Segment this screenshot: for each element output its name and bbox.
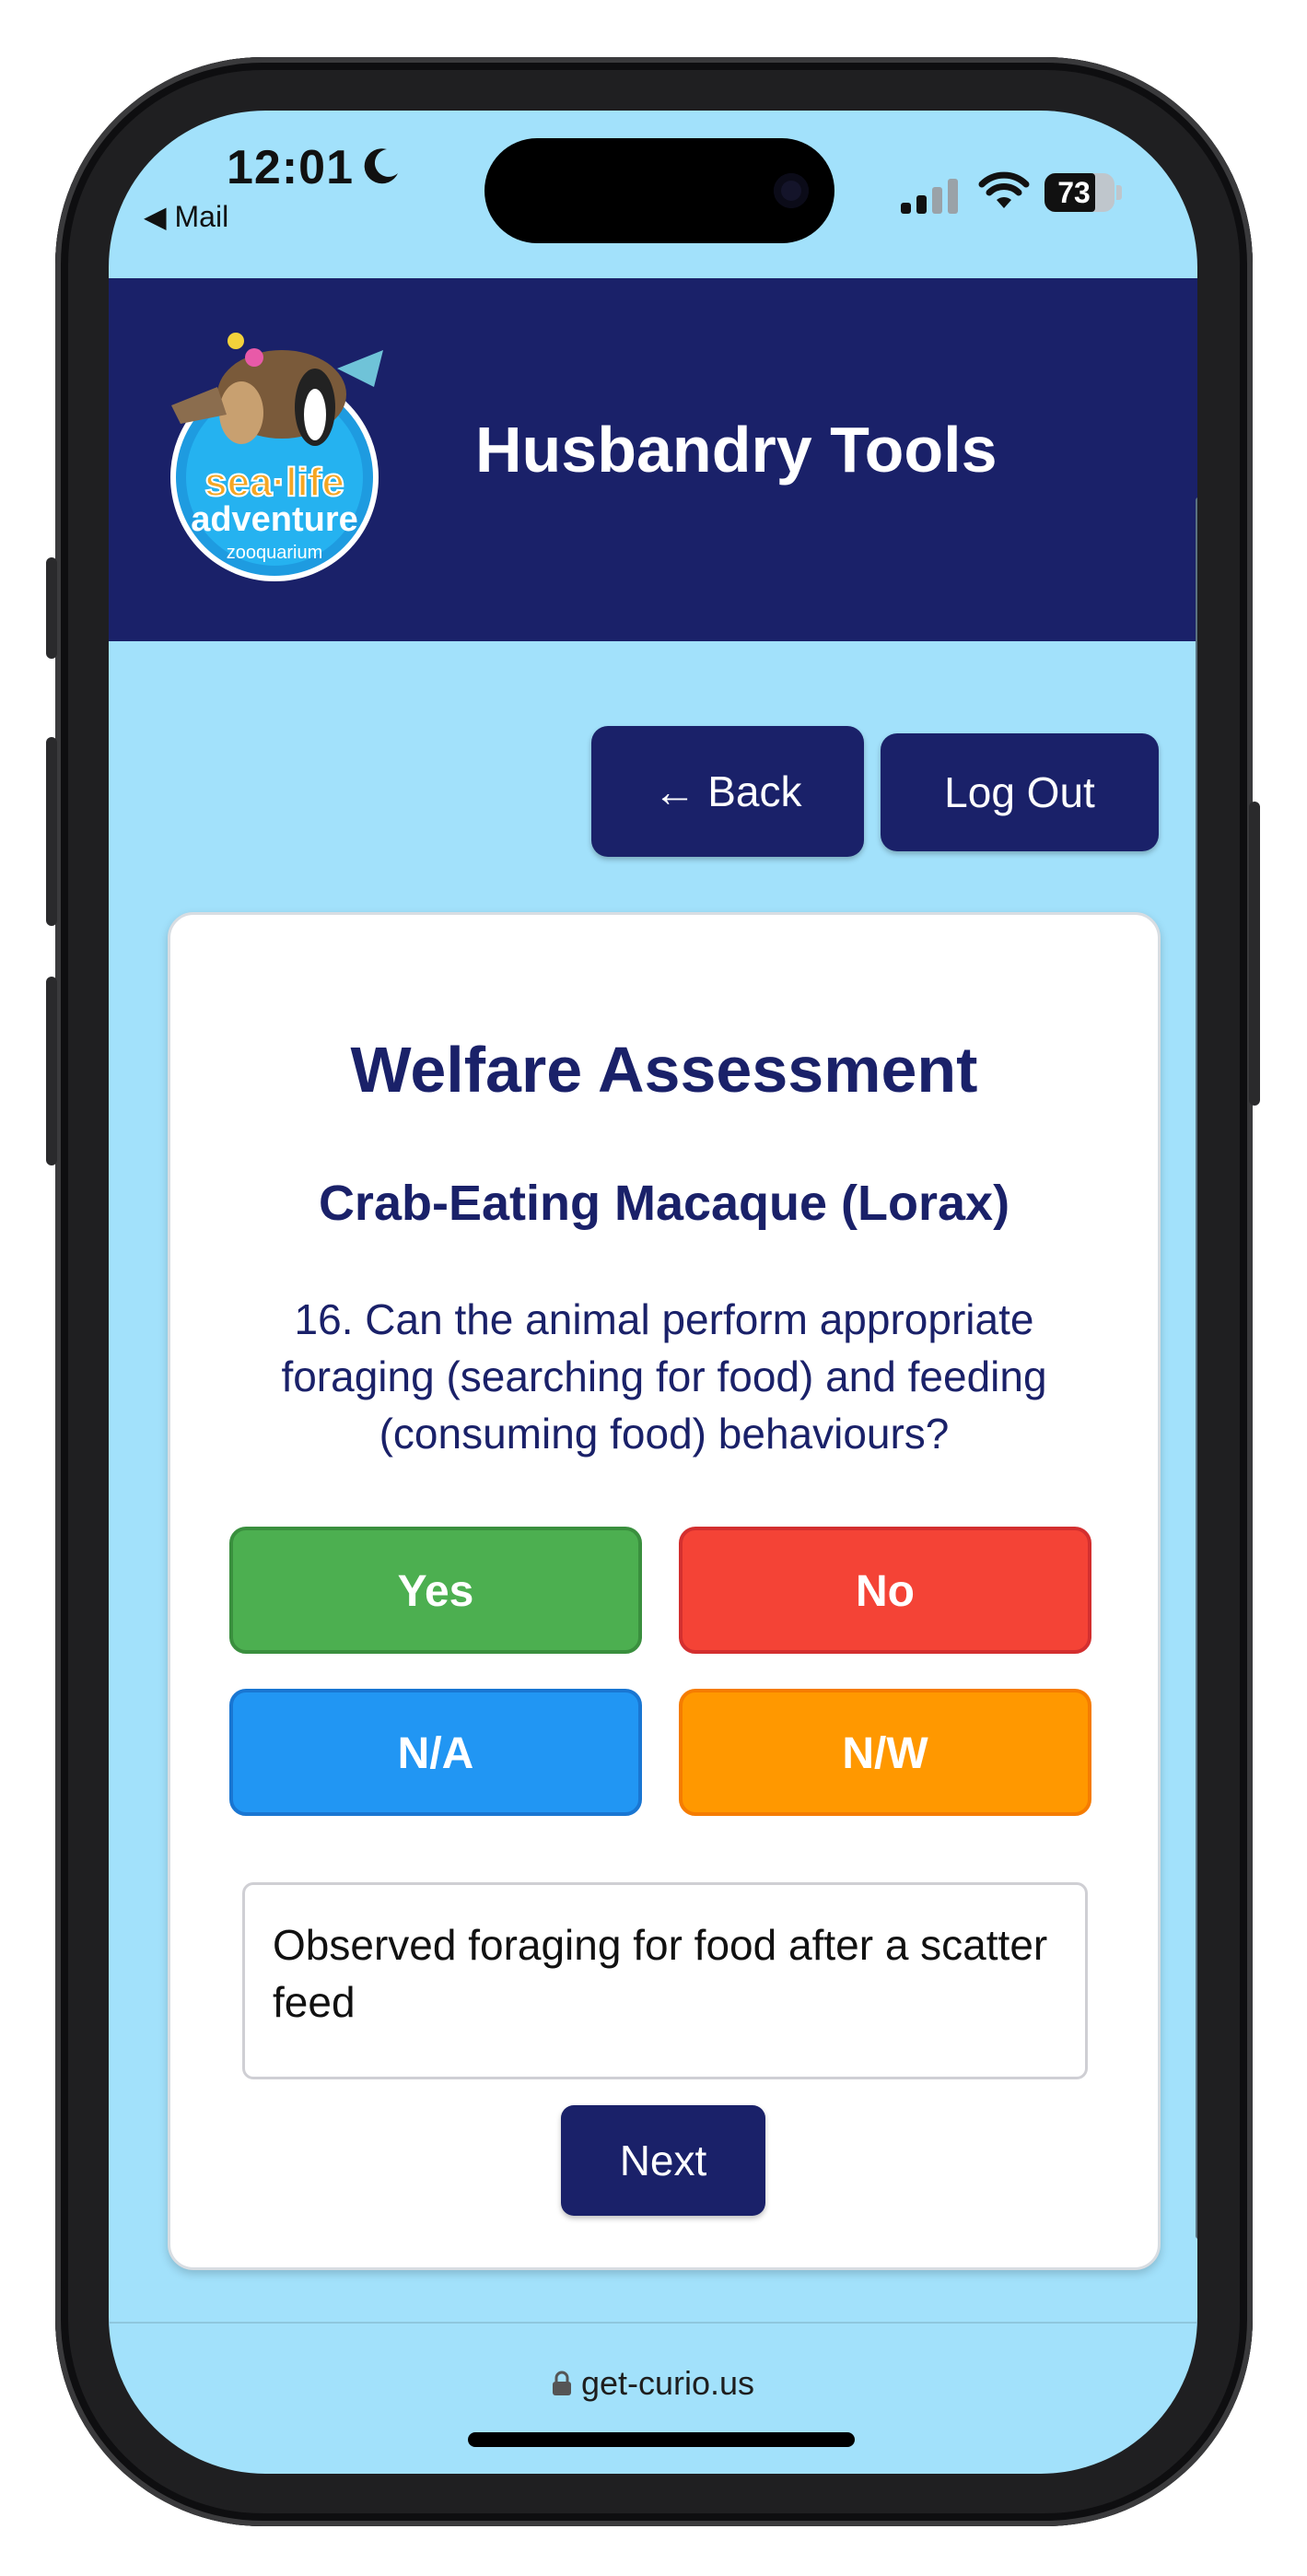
moon-icon bbox=[364, 148, 398, 184]
comment-field[interactable]: Observed foraging for food after a scatt… bbox=[242, 1882, 1088, 2079]
screen: 12:01 ◀ Mail 73 sea·life adventure zooqu… bbox=[109, 111, 1197, 2474]
app-title: Husbandry Tools bbox=[475, 414, 998, 486]
power-button bbox=[1249, 802, 1260, 1106]
logo-text-sealife: sea·life bbox=[204, 460, 344, 505]
battery-icon: 73 bbox=[1044, 173, 1122, 212]
answer-no-button[interactable]: No bbox=[679, 1527, 1091, 1654]
url-bar[interactable]: get-curio.us bbox=[109, 2322, 1197, 2474]
battery-tip bbox=[1116, 185, 1122, 200]
back-button[interactable]: ← Back bbox=[591, 726, 864, 857]
back-to-mail-link[interactable]: ◀ Mail bbox=[144, 199, 228, 234]
volume-up-button bbox=[46, 737, 57, 926]
page-title: Welfare Assessment bbox=[350, 1034, 978, 1106]
scrollbar[interactable] bbox=[1196, 498, 1197, 2239]
url-text: get-curio.us bbox=[580, 2364, 755, 2402]
logo-text-zooquarium: zooquarium bbox=[227, 543, 323, 563]
action-button bbox=[46, 557, 57, 659]
sea-life-adventure-logo: sea·life adventure zooquarium bbox=[170, 333, 383, 581]
home-indicator[interactable] bbox=[468, 2432, 855, 2447]
status-time: 12:01 bbox=[227, 141, 354, 194]
status-bar: 12:01 ◀ Mail 73 bbox=[109, 111, 1197, 275]
next-button[interactable]: Next bbox=[561, 2105, 765, 2216]
url-display[interactable]: get-curio.us bbox=[109, 2364, 1197, 2403]
lock-icon bbox=[552, 2371, 571, 2395]
app-header: sea·life adventure zooquarium Husbandry … bbox=[109, 278, 1197, 641]
answer-nw-button[interactable]: N/W bbox=[679, 1689, 1091, 1816]
logo-text-adventure: adventure bbox=[191, 500, 358, 539]
question-text: 16. Can the animal perform appropriate f… bbox=[281, 1295, 1047, 1458]
cellular-signal-icon bbox=[901, 179, 958, 214]
battery-percent: 73 bbox=[1057, 176, 1091, 209]
log-out-button[interactable]: Log Out bbox=[881, 733, 1159, 851]
wifi-icon bbox=[978, 171, 1030, 208]
answer-yes-button[interactable]: Yes bbox=[229, 1527, 642, 1654]
animal-name: Crab-Eating Macaque (Lorax) bbox=[318, 1176, 1010, 1231]
assessment-card: Welfare Assessment Crab-Eating Macaque (… bbox=[168, 912, 1161, 2270]
camera-icon bbox=[774, 173, 809, 208]
answer-na-button[interactable]: N/A bbox=[229, 1689, 642, 1816]
volume-down-button bbox=[46, 977, 57, 1165]
